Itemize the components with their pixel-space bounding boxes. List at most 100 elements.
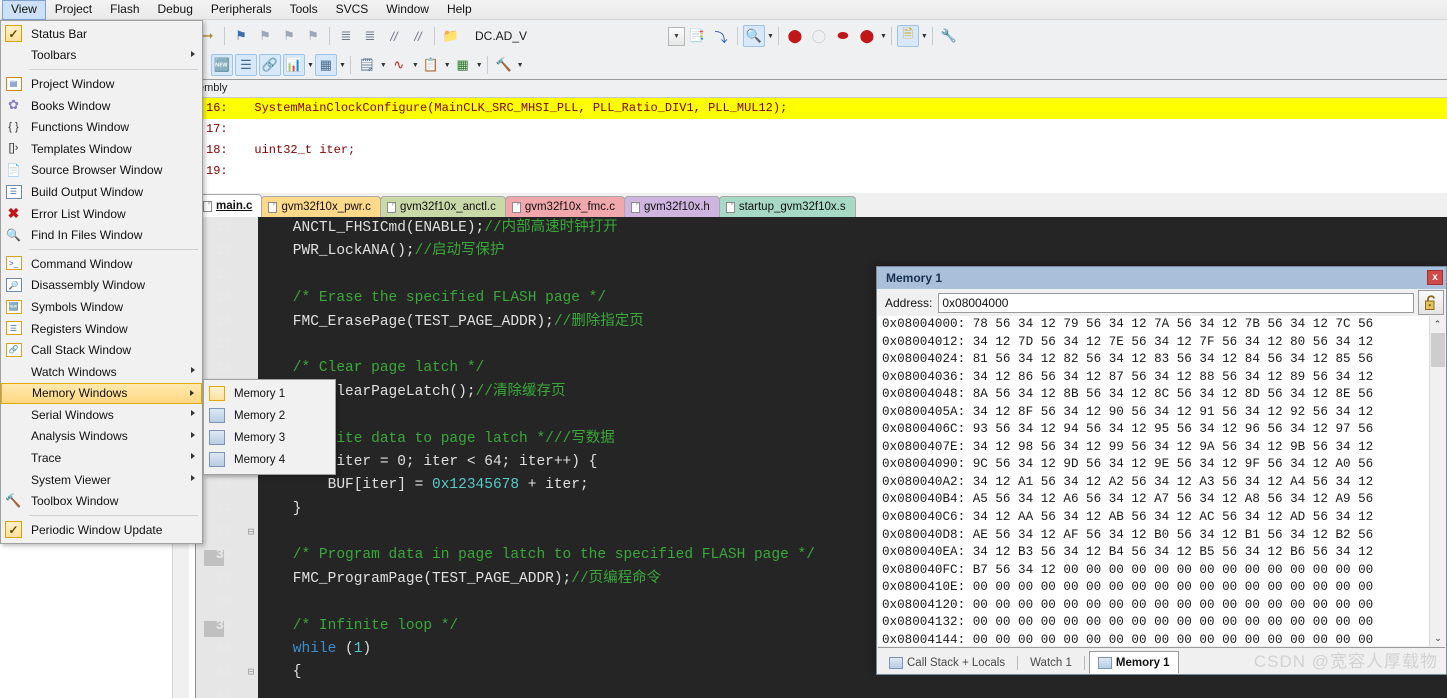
editor-tab-startup-gvm32f10x-s[interactable]: startup_gvm32f10x.s xyxy=(718,196,856,217)
view-menu-item-books-window[interactable]: ✿ Books Window xyxy=(1,95,202,117)
view-menu-item-call-stack-window[interactable]: 🔗 Call Stack Window xyxy=(1,339,202,361)
system-viewer-icon[interactable]: ▦ xyxy=(452,54,474,76)
watch-window-icon[interactable]: 📊 xyxy=(283,54,305,76)
view-menu-item-build-output-window[interactable]: ☰ Build Output Window xyxy=(1,181,202,203)
flag-step3-icon[interactable]: ⚑ xyxy=(302,25,324,47)
view-menu-item-functions-window[interactable]: { } Functions Window xyxy=(1,116,202,138)
editor-tab-gvm32f10x-h[interactable]: gvm32f10x.h xyxy=(623,196,720,217)
padlock-open-icon[interactable] xyxy=(1418,290,1444,315)
outdent-icon[interactable]: ≣ xyxy=(359,25,381,47)
view-menu-item-memory-windows[interactable]: Memory Windows xyxy=(1,382,202,405)
fold-marker-icon[interactable]: ⊟ xyxy=(244,662,258,685)
menu-item-view[interactable]: View xyxy=(2,0,46,20)
target-dropdown-button[interactable]: ▼ xyxy=(668,26,685,46)
configure-icon[interactable]: 🔧 xyxy=(938,25,960,47)
memory-pane-tab-watch-1[interactable]: Watch 1 xyxy=(1022,652,1080,674)
submenu-item-memory-1[interactable]: Memory 1 xyxy=(204,383,335,405)
menu-item-tools[interactable]: Tools xyxy=(281,0,327,20)
memory-window-icon[interactable]: ▦ xyxy=(314,54,337,76)
editor-tab-gvm32f10x-fmc-c[interactable]: gvm32f10x_fmc.c xyxy=(504,196,625,217)
memory-row[interactable]: 0x08004048: 8A 56 34 12 8B 56 34 12 8C 5… xyxy=(882,386,1430,404)
breakpoint-icon[interactable]: ⬤ xyxy=(784,25,806,47)
memory-row[interactable]: 0x080040A2: 34 12 A1 56 34 12 A2 56 34 1… xyxy=(882,474,1430,492)
breakpoint-disabled-icon[interactable]: ◯ xyxy=(808,25,830,47)
view-menu-item-command-window[interactable]: >_ Command Window xyxy=(1,253,202,275)
disassembly-body[interactable]: 16: SystemMainClockConfigure(MainCLK_SRC… xyxy=(196,98,1447,184)
memory-row[interactable]: 0x08004090: 9C 56 34 12 9D 56 34 12 9E 5… xyxy=(882,456,1430,474)
view-menu-item-analysis-windows[interactable]: Analysis Windows xyxy=(1,426,202,448)
view-menu-item-disassembly-window[interactable]: 🔎 Disassembly Window xyxy=(1,275,202,297)
memory-row[interactable]: 0x08004036: 34 12 86 56 34 12 87 56 34 1… xyxy=(882,369,1430,387)
menu-item-svcs[interactable]: SVCS xyxy=(327,0,378,20)
memory-row[interactable]: 0x0800405A: 34 12 8F 56 34 12 90 56 34 1… xyxy=(882,404,1430,422)
menu-item-debug[interactable]: Debug xyxy=(149,0,202,20)
editor-tab-gvm32f10x-anctl-c[interactable]: gvm32f10x_anctl.c xyxy=(379,196,506,217)
memory-row[interactable]: 0x080040D8: AE 56 34 12 AF 56 34 12 B0 5… xyxy=(882,527,1430,545)
memory-hex-dump[interactable]: 0x08004000: 78 56 34 12 79 56 34 12 7A 5… xyxy=(878,316,1430,646)
view-menu-dropdown[interactable]: ✓ Status Bar Toolbars ▤ Project Window ✿ Books… xyxy=(0,20,203,544)
chevron-down-icon[interactable]: ▼ xyxy=(517,62,524,69)
view-menu-item-trace[interactable]: Trace xyxy=(1,447,202,469)
chevron-down-icon[interactable]: ▼ xyxy=(444,62,451,69)
memory-row[interactable]: 0x08004132: 00 00 00 00 00 00 00 00 00 0… xyxy=(882,614,1430,632)
logic-analyzer-icon[interactable]: ∿ xyxy=(388,54,410,76)
toolbox-icon[interactable]: 🔨 xyxy=(493,54,515,76)
menu-item-help[interactable]: Help xyxy=(438,0,481,20)
submenu-item-memory-2[interactable]: Memory 2 xyxy=(204,405,335,427)
indent-icon[interactable]: ≣ xyxy=(335,25,357,47)
view-menu-item-serial-windows[interactable]: Serial Windows xyxy=(1,404,202,426)
submenu-item-memory-4[interactable]: Memory 4 xyxy=(204,449,335,471)
view-menu-item-toolbox-window[interactable]: 🔨 Toolbox Window xyxy=(1,490,202,512)
disable-all-breakpoints-icon[interactable]: ⬬ xyxy=(832,25,854,47)
memory-row[interactable]: 0x08004000: 78 56 34 12 79 56 34 12 7A 5… xyxy=(882,316,1430,334)
fold-marker-icon[interactable]: ⊟ xyxy=(244,522,258,545)
view-menu-item-system-viewer[interactable]: System Viewer xyxy=(1,469,202,491)
view-menu-item-status-bar[interactable]: ✓ Status Bar xyxy=(1,23,202,45)
trace-icon[interactable]: 📋 xyxy=(420,54,442,76)
view-menu-item-watch-windows[interactable]: Watch Windows xyxy=(1,361,202,383)
flag-blue-icon[interactable]: ⚑ xyxy=(230,25,252,47)
registers-icon[interactable]: ☰ xyxy=(235,54,257,76)
view-menu-item-periodic-window-update[interactable]: ✓ Periodic Window Update xyxy=(1,519,202,541)
project-target-selector[interactable]: DC.AD_V xyxy=(466,26,662,47)
memory-scrollbar[interactable]: ⌃ ⌄ xyxy=(1429,316,1446,646)
address-input[interactable]: 0x08004000 xyxy=(938,292,1414,313)
memory-row[interactable]: 0x08004024: 81 56 34 12 82 56 34 12 83 5… xyxy=(882,351,1430,369)
comment-icon[interactable]: // xyxy=(383,25,405,47)
close-icon[interactable]: x xyxy=(1427,270,1443,285)
memory-row[interactable]: 0x080040B4: A5 56 34 12 A6 56 34 12 A7 5… xyxy=(882,491,1430,509)
memory-row[interactable]: 0x08004144: 00 00 00 00 00 00 00 00 00 0… xyxy=(882,632,1430,646)
chevron-down-icon[interactable]: ▼ xyxy=(476,62,483,69)
memory-row[interactable]: 0x08004120: 00 00 00 00 00 00 00 00 00 0… xyxy=(882,597,1430,615)
chevron-down-icon[interactable]: ▼ xyxy=(921,33,928,40)
call-stack-icon[interactable]: 🔗 xyxy=(259,54,281,76)
view-menu-item-registers-window[interactable]: ☰ Registers Window xyxy=(1,318,202,340)
view-menu-item-toolbars[interactable]: Toolbars xyxy=(1,45,202,67)
kill-all-breakpoints-icon[interactable]: ⬤ xyxy=(856,25,878,47)
chevron-down-icon[interactable]: ▼ xyxy=(880,33,887,40)
memory-row[interactable]: 0x0800410E: 00 00 00 00 00 00 00 00 00 0… xyxy=(882,579,1430,597)
target-options-icon[interactable]: 📁 xyxy=(440,25,462,47)
chevron-down-icon[interactable]: ▼ xyxy=(307,62,314,69)
memory-window[interactable]: Memory 1 x Address: 0x08004000 0x0800400… xyxy=(876,266,1447,675)
manage-components-icon[interactable]: 📑 xyxy=(686,25,708,47)
memory-row[interactable]: 0x080040EA: 34 12 B3 56 34 12 B4 56 34 1… xyxy=(882,544,1430,562)
scrollbar-thumb[interactable] xyxy=(1431,333,1445,367)
memory-row[interactable]: 0x080040FC: B7 56 34 12 00 00 00 00 00 0… xyxy=(882,562,1430,580)
memory-pane-tab-memory-1[interactable]: Memory 1 xyxy=(1088,651,1179,674)
menu-item-project[interactable]: Project xyxy=(46,0,101,20)
view-menu-item-project-window[interactable]: ▤ Project Window xyxy=(1,73,202,95)
serial-window-icon[interactable]: 🗒 xyxy=(356,54,378,76)
scroll-down-icon[interactable]: ⌄ xyxy=(1430,630,1446,646)
submenu-item-memory-3[interactable]: Memory 3 xyxy=(204,427,335,449)
view-menu-item-find-in-files-window[interactable]: 🔍 Find In Files Window xyxy=(1,224,202,246)
uncomment-icon[interactable]: // xyxy=(407,25,429,47)
flag-step-icon[interactable]: ⚑ xyxy=(254,25,276,47)
view-menu-item-symbols-window[interactable]: 🆕 Symbols Window xyxy=(1,296,202,318)
editor-tab-main-c[interactable]: main.c xyxy=(196,194,263,217)
menu-item-window[interactable]: Window xyxy=(377,0,438,20)
memory-row[interactable]: 0x080040C6: 34 12 AA 56 34 12 AB 56 34 1… xyxy=(882,509,1430,527)
chevron-down-icon[interactable]: ▼ xyxy=(767,33,774,40)
memory-pane-tab-call-stack-locals[interactable]: Call Stack + Locals xyxy=(881,652,1013,674)
view-menu-item-error-list-window[interactable]: ✖ Error List Window xyxy=(1,203,202,225)
